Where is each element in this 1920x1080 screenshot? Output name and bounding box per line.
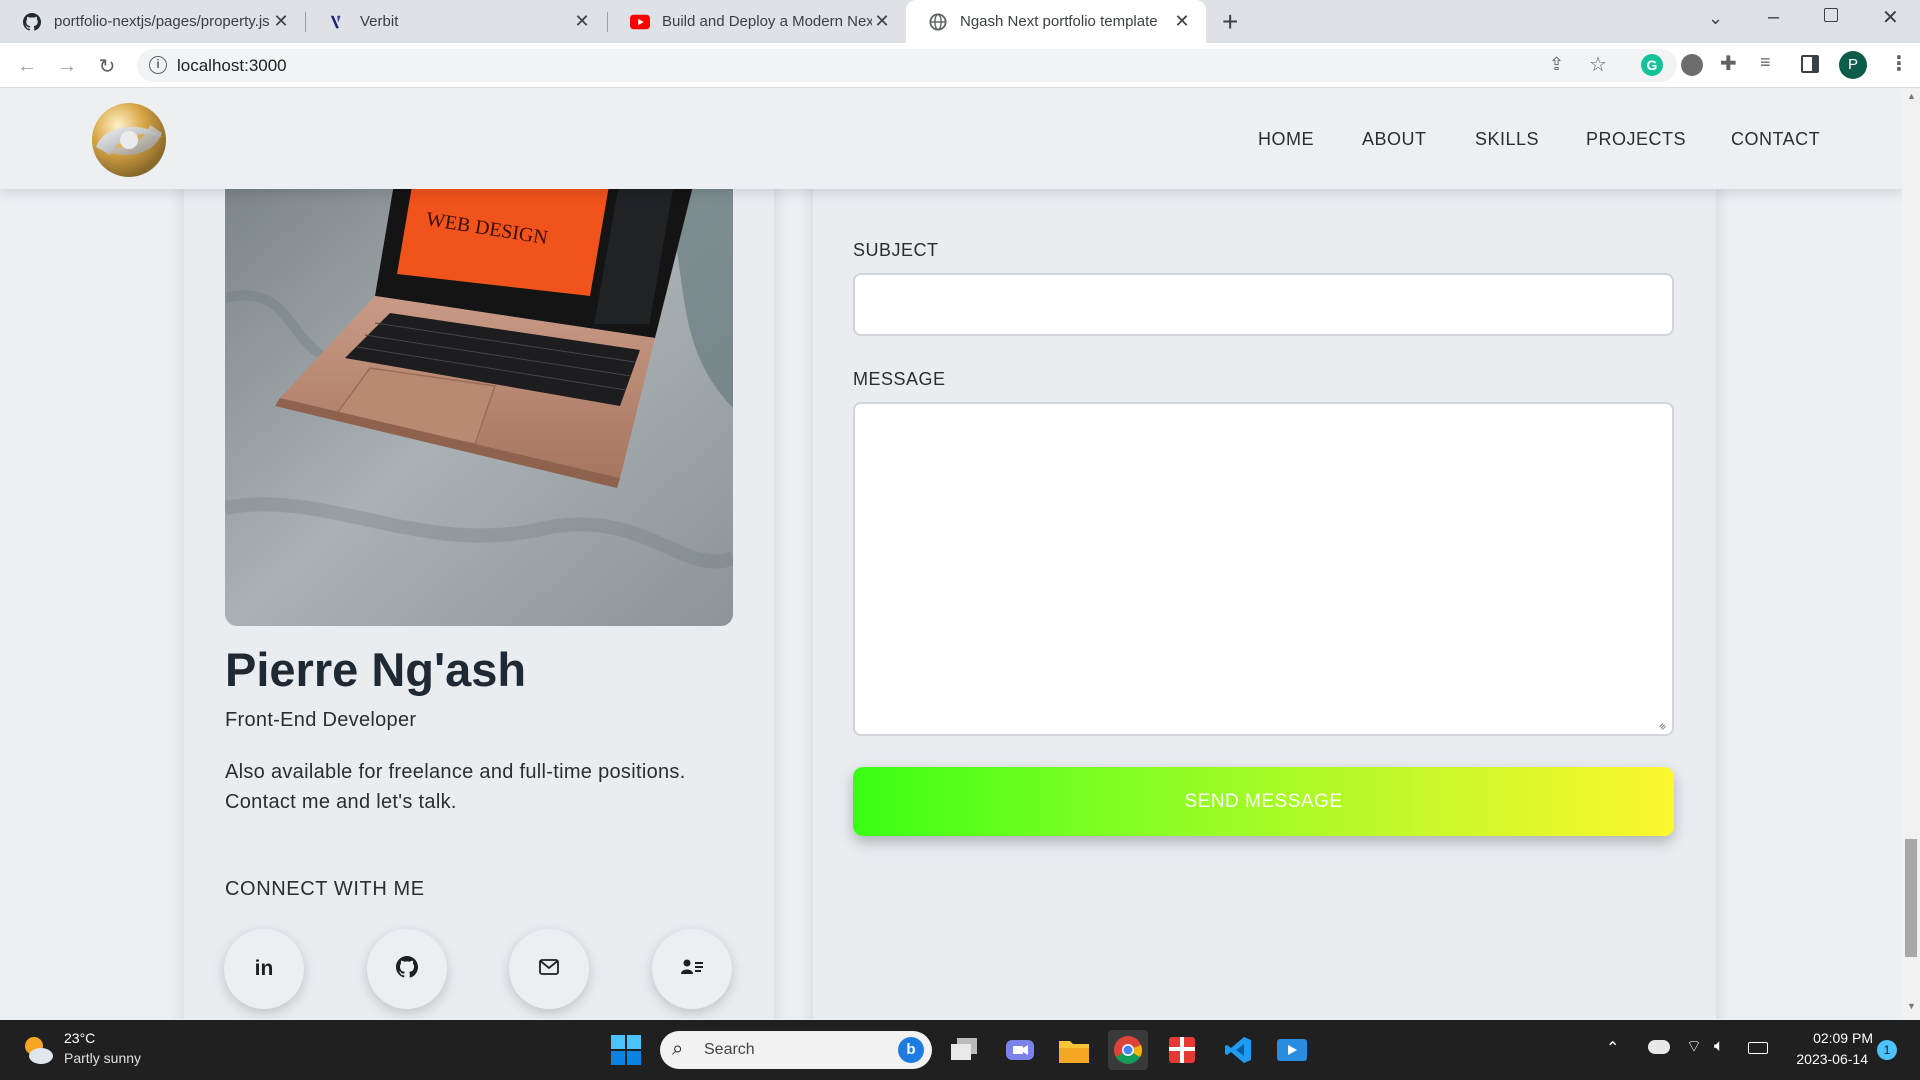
show-hidden-icons-chevron-icon[interactable]: ⌃ xyxy=(1606,1038,1619,1058)
youtube-icon xyxy=(630,12,650,32)
volume-icon[interactable]: 🔈︎ xyxy=(1714,1036,1724,1056)
profile-role: Front-End Developer xyxy=(225,709,417,731)
file-explorer-icon[interactable] xyxy=(1054,1030,1094,1070)
email-button[interactable] xyxy=(509,929,589,1009)
subject-input[interactable] xyxy=(853,273,1674,336)
nav-contact[interactable]: CONTACT xyxy=(1731,129,1820,150)
tab-title: Ngash Next portfolio template xyxy=(960,13,1158,30)
address-bar[interactable]: i localhost:3000 ⇪ ☆ xyxy=(137,49,1677,82)
taskbar-clock-date[interactable]: 2023-06-14 xyxy=(1788,1051,1868,1067)
grammarly-icon[interactable]: G xyxy=(1641,54,1663,76)
wifi-icon[interactable]: ⌔ xyxy=(1686,1036,1702,1057)
browser-toolbar: ← → ↻ i localhost:3000 ⇪ ☆ G ✚ ≡ P ⋮ xyxy=(0,43,1920,88)
site-logo[interactable] xyxy=(88,101,170,179)
github-button[interactable] xyxy=(367,929,447,1009)
new-tab-icon[interactable]: + xyxy=(1222,6,1238,38)
browser-tab-strip: portfolio-nextjs/pages/property.js ✕ Ver… xyxy=(0,0,1920,43)
weather-temperature: 23°C xyxy=(64,1030,96,1046)
teams-chat-icon[interactable] xyxy=(1000,1030,1040,1070)
extensions-puzzle-icon[interactable]: ✚ xyxy=(1720,51,1737,76)
contact-card-button[interactable] xyxy=(652,929,732,1009)
search-placeholder: Search xyxy=(704,1041,755,1058)
site-info-icon[interactable]: i xyxy=(149,56,167,74)
task-view-icon[interactable] xyxy=(944,1030,984,1070)
page-viewport: HOME ABOUT SKILLS PROJECTS CONTACT WEB D… xyxy=(0,89,1902,1019)
mail-icon xyxy=(539,958,559,980)
github-icon xyxy=(396,955,419,983)
extension-bug-icon[interactable] xyxy=(1681,54,1703,76)
close-icon[interactable]: ✕ xyxy=(572,11,592,32)
battery-icon[interactable] xyxy=(1748,1042,1768,1054)
linkedin-button[interactable]: in xyxy=(224,929,304,1009)
weather-description: Partly sunny xyxy=(64,1050,142,1066)
tab-github[interactable]: portfolio-nextjs/pages/property.js ✕ xyxy=(0,0,305,43)
tab-title: Verbit xyxy=(360,13,399,30)
bing-icon[interactable]: b xyxy=(898,1037,924,1063)
verbit-icon xyxy=(328,12,348,32)
site-header: HOME ABOUT SKILLS PROJECTS CONTACT xyxy=(0,89,1902,189)
url-text: localhost:3000 xyxy=(177,56,287,75)
gift-app-icon[interactable] xyxy=(1162,1030,1202,1070)
close-icon[interactable]: ✕ xyxy=(1172,11,1192,32)
side-panel-icon[interactable] xyxy=(1801,55,1819,73)
message-textarea[interactable] xyxy=(853,402,1674,736)
windows-start-icon[interactable] xyxy=(606,1030,646,1070)
profile-description: Also available for freelance and full-ti… xyxy=(225,761,686,813)
scroll-up-arrow-icon[interactable]: ▲ xyxy=(1907,91,1916,101)
linkedin-icon: in xyxy=(254,957,274,980)
search-icon: ⌕ xyxy=(672,1038,684,1060)
media-player-icon[interactable] xyxy=(1272,1030,1312,1070)
tab-title: Build and Deploy a Modern Next.js xyxy=(662,13,872,30)
media-queue-icon[interactable]: ≡ xyxy=(1760,52,1771,73)
taskbar-search-box[interactable]: ⌕ Search b xyxy=(660,1031,932,1069)
browser-menu-icon[interactable]: ⋮ xyxy=(1889,51,1909,76)
taskbar-clock-time[interactable]: 02:09 PM xyxy=(1793,1030,1873,1046)
back-arrow-icon[interactable]: ← xyxy=(14,53,40,79)
nav-projects[interactable]: PROJECTS xyxy=(1586,129,1686,150)
restore-icon[interactable] xyxy=(1824,8,1838,22)
windows-taskbar: 23°C Partly sunny ⌕ Search b ⌃ ⌔ 🔈︎ 02:0… xyxy=(0,1020,1920,1080)
forward-arrow-icon[interactable]: → xyxy=(54,53,80,79)
tab-youtube[interactable]: Build and Deploy a Modern Next.js ✕ xyxy=(608,0,906,43)
reload-icon[interactable]: ↻ xyxy=(94,53,120,79)
window-close-icon[interactable]: ✕ xyxy=(1882,5,1899,30)
scrollbar-thumb[interactable] xyxy=(1905,839,1917,957)
vscode-icon[interactable] xyxy=(1218,1030,1258,1070)
bookmark-star-icon[interactable]: ☆ xyxy=(1589,52,1607,77)
onedrive-cloud-icon[interactable] xyxy=(1648,1040,1670,1054)
profile-avatar[interactable]: P xyxy=(1839,51,1867,79)
profile-name: Pierre Ng'ash xyxy=(225,643,527,696)
weather-partly-sunny-icon[interactable] xyxy=(20,1032,56,1068)
share-icon[interactable]: ⇪ xyxy=(1549,54,1564,75)
tab-ngash-portfolio[interactable]: Ngash Next portfolio template ✕ xyxy=(906,0,1206,43)
message-label: MESSAGE xyxy=(853,369,946,389)
laptop-photo: WEB DESIGN xyxy=(225,178,733,626)
subject-label: SUBJECT xyxy=(853,240,939,260)
tab-verbit[interactable]: Verbit ✕ xyxy=(306,0,606,43)
nav-about[interactable]: ABOUT xyxy=(1362,129,1427,150)
connect-heading: CONNECT WITH ME xyxy=(225,878,425,900)
send-message-button[interactable]: SEND MESSAGE xyxy=(853,767,1674,836)
globe-icon xyxy=(928,12,948,32)
scroll-down-arrow-icon[interactable]: ▼ xyxy=(1907,1001,1916,1011)
nav-home[interactable]: HOME xyxy=(1258,129,1314,150)
notification-badge[interactable]: 1 xyxy=(1877,1040,1897,1060)
page-scrollbar[interactable]: ▲ ▼ xyxy=(1902,89,1920,1019)
github-icon xyxy=(22,12,42,32)
tab-search-chevron-icon[interactable]: ⌄ xyxy=(1708,8,1723,29)
close-icon[interactable]: ✕ xyxy=(872,11,892,32)
tab-title: portfolio-nextjs/pages/property.js xyxy=(54,13,270,30)
nav-skills[interactable]: SKILLS xyxy=(1475,129,1539,150)
minimize-icon[interactable]: – xyxy=(1768,6,1779,29)
chrome-icon[interactable] xyxy=(1108,1030,1148,1070)
contact-card-icon xyxy=(681,958,703,981)
close-icon[interactable]: ✕ xyxy=(271,11,291,32)
